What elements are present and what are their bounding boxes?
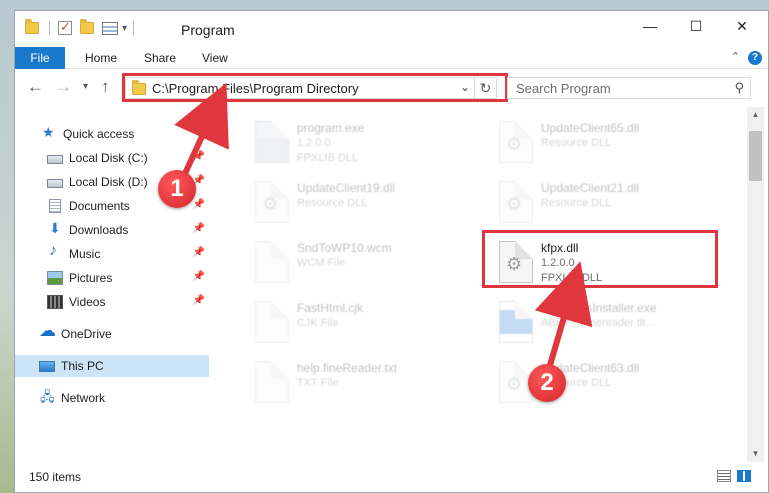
callout-step-1: 1 — [158, 170, 196, 208]
arrow-1 — [174, 82, 229, 180]
arrow-2 — [534, 261, 593, 373]
callout-step-2: 2 — [528, 364, 566, 402]
annotation-arrows — [174, 82, 593, 373]
